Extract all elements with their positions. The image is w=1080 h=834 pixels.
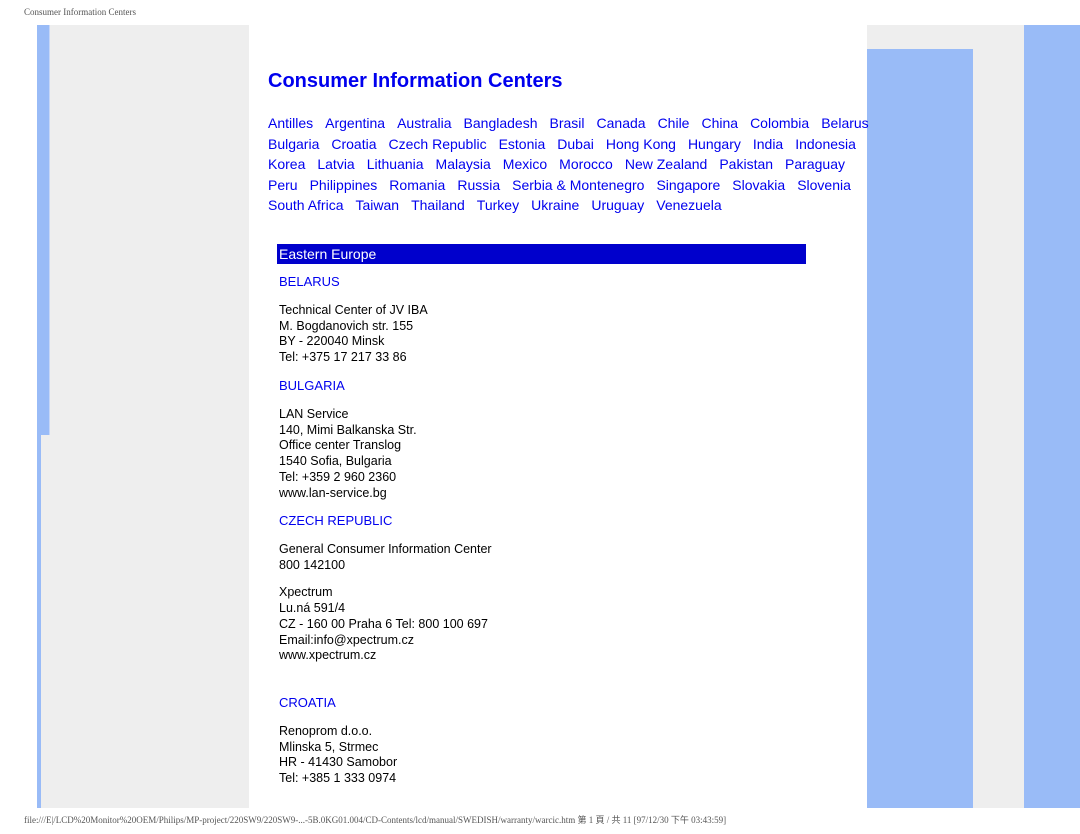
country-link-estonia[interactable]: Estonia	[499, 134, 546, 155]
country-link-canada[interactable]: Canada	[597, 113, 646, 134]
address-line: www.lan-service.bg	[279, 485, 387, 500]
country-link-morocco[interactable]: Morocco	[559, 154, 613, 175]
country-link-slovenia[interactable]: Slovenia	[797, 175, 851, 196]
country-heading-czech-republic: CZECH REPUBLIC	[279, 513, 393, 528]
country-link-malaysia[interactable]: Malaysia	[436, 154, 491, 175]
country-link-row: Antilles Argentina Australia Bangladesh Bras…	[268, 113, 878, 134]
country-link-bulgaria[interactable]: Bulgaria	[268, 134, 319, 155]
country-link-row: Peru Philippines Romania Russia Serbia & Mon…	[268, 175, 878, 196]
country-link-lithuania[interactable]: Lithuania	[367, 154, 424, 175]
country-link-russia[interactable]: Russia	[457, 175, 500, 196]
country-link-row: Korea Latvia Lithuania Malaysia Mexico Morocc…	[268, 154, 878, 175]
address-line: Office center Translog	[279, 438, 402, 453]
country-link-thailand[interactable]: Thailand	[411, 195, 465, 216]
country-link-bangladesh[interactable]: Bangladesh	[464, 113, 538, 134]
country-link-czech-republic[interactable]: Czech Republic	[389, 134, 487, 155]
address-line: 800 142100	[279, 557, 346, 572]
country-link-ukraine[interactable]: Ukraine	[531, 195, 579, 216]
print-header: Consumer Information Centers	[24, 7, 136, 17]
country-heading-bulgaria: BULGARIA	[279, 378, 345, 393]
address-line: Technical Center of JV IBA	[279, 303, 428, 317]
country-link-venezuela[interactable]: Venezuela	[656, 195, 721, 216]
address-line: 1540 Sofia, Bulgaria	[279, 454, 392, 469]
country-link-turkey[interactable]: Turkey	[477, 195, 519, 216]
print-footer: file:///E|/LCD%20Monitor%20OEM/Philips/M…	[24, 815, 727, 825]
address-line: HR - 41430 Samobor	[279, 755, 398, 770]
country-link-china[interactable]: China	[701, 113, 738, 134]
region-header: Eastern Europe	[277, 244, 806, 264]
country-link-colombia[interactable]: Colombia	[750, 113, 809, 134]
address-bulgaria: LAN Service 140, Mimi Balkanska Str. Off…	[279, 407, 417, 501]
country-link-taiwan[interactable]: Taiwan	[356, 195, 400, 216]
country-link-indonesia[interactable]: Indonesia	[795, 134, 856, 155]
address-line: LAN Service	[279, 407, 349, 421]
country-link-hungary[interactable]: Hungary	[688, 134, 741, 155]
right-frame-accent-outer	[1024, 25, 1080, 808]
address-line: Tel: +385 1 333 0974	[279, 771, 397, 786]
address-belarus: Technical Center of JV IBA M. Bogdanovic…	[279, 303, 428, 366]
country-link-new-zealand[interactable]: New Zealand	[625, 154, 708, 175]
country-link-croatia[interactable]: Croatia	[331, 134, 376, 155]
section-bulgaria: BULGARIA LAN Service 140, Mimi Balkanska…	[279, 378, 417, 501]
address-line: CZ - 160 00 Praha 6 Tel: 800 100 697	[279, 616, 488, 631]
address-line: Renoprom d.o.o.	[279, 724, 373, 738]
address-czech-general: General Consumer Information Center 800 …	[279, 542, 492, 664]
left-frame-accent-thin	[37, 435, 41, 808]
country-heading-croatia: CROATIA	[279, 695, 336, 710]
address-line: Lu.ná 591/4	[279, 601, 346, 616]
country-link-dubai[interactable]: Dubai	[557, 134, 594, 155]
address-line: Email:info@xpectrum.cz	[279, 632, 414, 647]
address-line: General Consumer Information Center	[279, 542, 492, 556]
address-line: www.xpectrum.cz	[279, 648, 377, 663]
address-line: Xpectrum	[279, 585, 333, 600]
country-link-mexico[interactable]: Mexico	[503, 154, 547, 175]
country-link-belarus[interactable]: Belarus	[821, 113, 868, 134]
country-link-argentina[interactable]: Argentina	[325, 113, 385, 134]
address-line: Mlinska 5, Strmec	[279, 739, 379, 754]
address-line: M. Bogdanovich str. 155	[279, 318, 414, 333]
country-link-australia[interactable]: Australia	[397, 113, 451, 134]
address-line: BY - 220040 Minsk	[279, 334, 385, 349]
country-link-serbia-montenegro[interactable]: Serbia & Montenegro	[512, 175, 644, 196]
section-czech-republic: CZECH REPUBLIC General Consumer Informat…	[279, 513, 492, 664]
address-line: Tel: +359 2 960 2360	[279, 469, 397, 484]
country-link-india[interactable]: India	[753, 134, 783, 155]
address-croatia: Renoprom d.o.o. Mlinska 5, Strmec HR - 4…	[279, 724, 397, 787]
country-link-peru[interactable]: Peru	[268, 175, 298, 196]
country-link-pakistan[interactable]: Pakistan	[719, 154, 773, 175]
address-line: 140, Mimi Balkanska Str.	[279, 422, 417, 437]
country-link-uruguay[interactable]: Uruguay	[591, 195, 644, 216]
country-link-list: Antilles Argentina Australia Bangladesh Bras…	[268, 113, 878, 216]
country-link-row: Bulgaria Croatia Czech Republic Estonia Duba…	[268, 134, 878, 155]
country-link-slovakia[interactable]: Slovakia	[732, 175, 785, 196]
section-belarus: BELARUS Technical Center of JV IBA M. Bo…	[279, 274, 428, 366]
country-link-antilles[interactable]: Antilles	[268, 113, 313, 134]
country-link-chile[interactable]: Chile	[658, 113, 690, 134]
country-link-paraguay[interactable]: Paraguay	[785, 154, 845, 175]
address-line: Tel: +375 17 217 33 86	[279, 350, 407, 365]
country-link-hong-kong[interactable]: Hong Kong	[606, 134, 676, 155]
country-link-philippines[interactable]: Philippines	[310, 175, 378, 196]
page-title: Consumer Information Centers	[268, 70, 563, 92]
country-link-romania[interactable]: Romania	[389, 175, 445, 196]
country-heading-belarus: BELARUS	[279, 274, 340, 289]
right-frame-accent	[867, 49, 973, 808]
country-link-brasil[interactable]: Brasil	[550, 113, 585, 134]
left-frame-accent	[37, 25, 50, 435]
country-link-south-africa[interactable]: South Africa	[268, 195, 344, 216]
main-content: Consumer Information Centers Antilles Arg…	[268, 67, 878, 216]
country-link-latvia[interactable]: Latvia	[317, 154, 354, 175]
country-link-singapore[interactable]: Singapore	[656, 175, 720, 196]
country-link-korea[interactable]: Korea	[268, 154, 305, 175]
section-croatia: CROATIA Renoprom d.o.o. Mlinska 5, Strme…	[279, 695, 397, 787]
left-frame	[37, 25, 249, 808]
country-link-row: South Africa Taiwan Thailand Turkey Ukraine U…	[268, 195, 878, 216]
